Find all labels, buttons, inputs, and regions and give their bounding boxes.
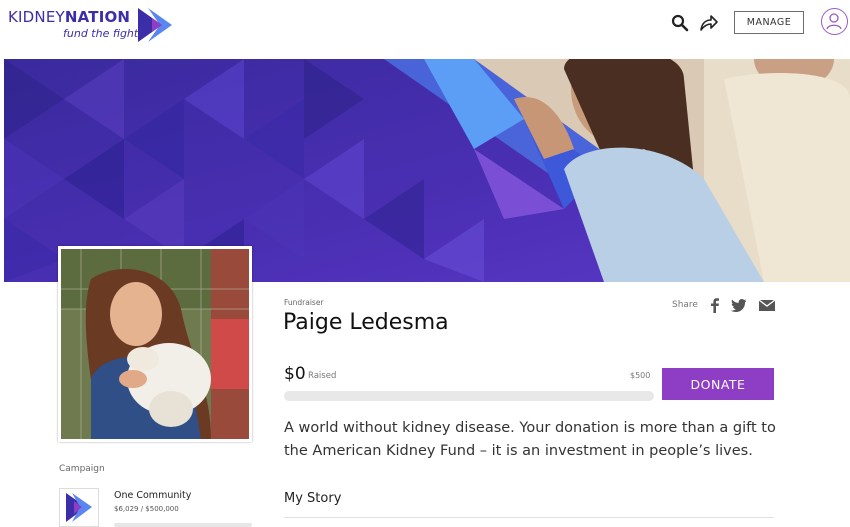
raised-amount: $0 — [284, 364, 306, 384]
email-icon[interactable] — [758, 296, 776, 314]
fundraiser-type-label: Fundraiser — [284, 298, 324, 307]
goal-amount: $500 — [630, 371, 651, 380]
logo-tagline: fund the fight — [63, 27, 139, 40]
campaign-name[interactable]: One Community — [114, 490, 191, 501]
raised-label: Raised — [308, 371, 337, 381]
search-icon[interactable] — [670, 13, 690, 33]
fundraiser-progress-bar — [284, 391, 654, 401]
facebook-icon[interactable] — [706, 296, 724, 314]
twitter-icon[interactable] — [730, 296, 748, 314]
fundraiser-profile-photo — [58, 246, 252, 442]
campaign-logo-icon — [59, 488, 99, 527]
share-arrow-icon[interactable] — [699, 13, 719, 33]
fundraiser-description: A world without kidney disease. Your don… — [284, 420, 776, 459]
share-label: Share — [672, 300, 698, 310]
story-divider — [284, 517, 774, 518]
user-avatar-icon[interactable] — [821, 8, 848, 35]
logo-wordmark: KIDNEYNATION — [8, 8, 131, 26]
campaign-section-label: Campaign — [59, 464, 105, 474]
campaign-progress-bar — [114, 523, 252, 527]
site-header: KIDNEYNATION fund the fight MANAGE — [0, 0, 850, 58]
campaign-progress-text: $6,029 / $500,000 — [114, 505, 179, 513]
donate-button[interactable]: DONATE — [662, 368, 774, 400]
manage-button[interactable]: MANAGE — [734, 11, 804, 34]
kidney-nation-logo[interactable]: KIDNEYNATION fund the fight — [8, 6, 178, 46]
logo-chevron-icon — [138, 8, 172, 42]
fundraiser-name: Paige Ledesma — [283, 310, 449, 335]
my-story-heading: My Story — [284, 491, 342, 506]
campaign-card[interactable]: One Community $6,029 / $500,000 — [59, 486, 254, 527]
